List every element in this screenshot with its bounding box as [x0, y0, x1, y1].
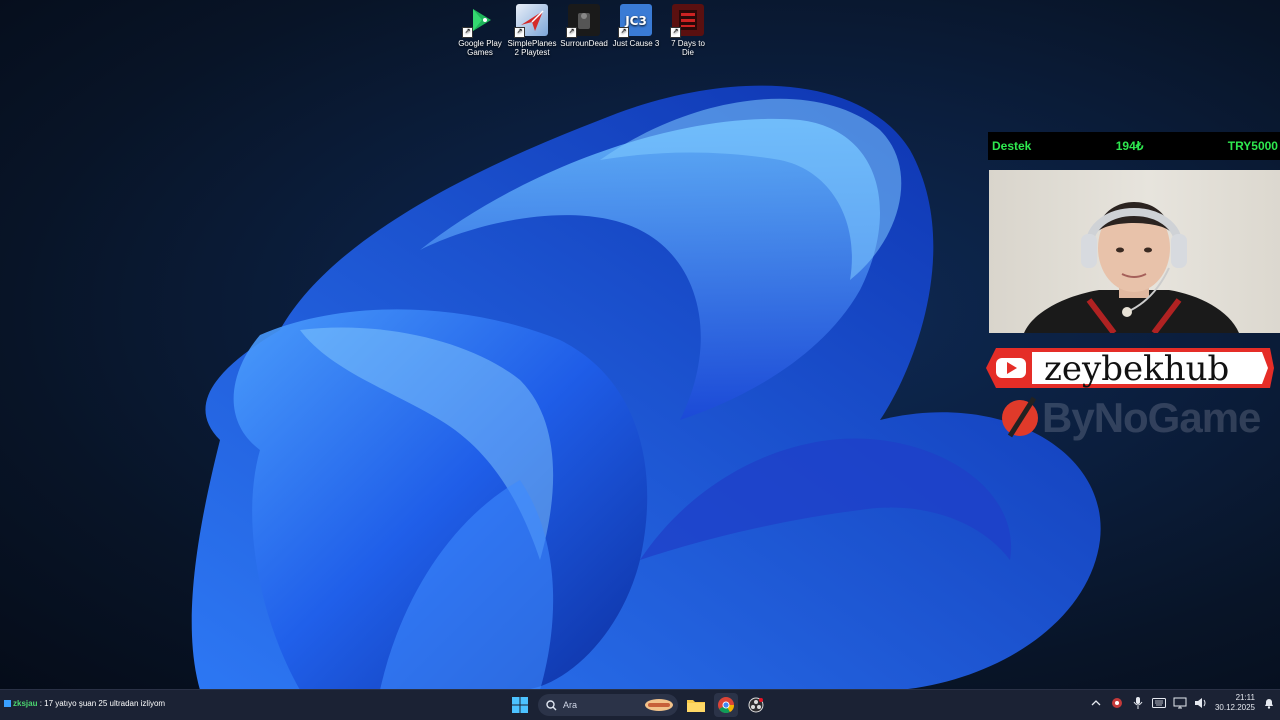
clock-date: 30.12.2025 — [1214, 703, 1255, 712]
google-play-games-icon: ↗ — [462, 4, 496, 38]
desktop-icon-label: SurrounDead — [560, 39, 608, 48]
desktop-icon-label: SimplePlanes 2 Playtest — [507, 39, 557, 57]
surroundead-icon: ↗ — [566, 4, 600, 38]
7-days-to-die-icon: ↗ — [670, 4, 704, 38]
desktop-icon-label: 7 Days to Die — [671, 39, 705, 57]
folder-icon — [687, 700, 705, 712]
desktop-icon-just-cause-3[interactable]: JC3 ↗ Just Cause 3 — [612, 4, 660, 57]
search-icon — [546, 699, 557, 710]
sponsor-name: ByNoGame — [1042, 394, 1261, 441]
obs-icon — [748, 697, 764, 713]
desktop-icon-surroundead[interactable]: ↗ SurrounDead — [560, 4, 608, 57]
file-explorer-button[interactable] — [684, 693, 708, 717]
chrome-button[interactable] — [714, 693, 738, 717]
chat-message: : 17 yatıyo şuan 25 ultradan izliyom — [37, 699, 166, 708]
chrome-icon — [718, 697, 734, 713]
shortcut-arrow-icon: ↗ — [462, 27, 473, 38]
desktop-wallpaper — [0, 0, 1280, 690]
start-button[interactable] — [508, 693, 532, 717]
keyboard-icon[interactable] — [1151, 696, 1166, 710]
channel-name: zeybekhub — [1044, 349, 1230, 389]
desktop-icon-google-play-games[interactable]: ↗ Google Play Games — [456, 4, 504, 57]
show-hidden-icons-chevron-up-icon[interactable] — [1089, 696, 1103, 710]
sponsor-logo: ByNoGame — [1000, 392, 1280, 441]
desktop-icon-7-days-to-die[interactable]: ↗ 7 Days to Die — [664, 4, 712, 57]
donation-label: Destek — [992, 139, 1032, 153]
system-tray: 21:11 30.12.2025 — [1089, 693, 1276, 713]
obs-button[interactable] — [744, 693, 768, 717]
shortcut-arrow-icon: ↗ — [514, 27, 525, 38]
shortcut-arrow-icon: ↗ — [618, 27, 629, 38]
shortcut-arrow-icon: ↗ — [566, 27, 577, 38]
network-icon[interactable] — [1173, 696, 1187, 710]
bynogame-logo-icon — [1002, 396, 1038, 438]
chat-user: zksjau — [13, 699, 38, 708]
search-box[interactable]: Ara — [538, 694, 678, 716]
desktop-icons: ↗ Google Play Games ↗ SimplePlanes 2 Pla… — [456, 4, 712, 57]
desktop-icon-label: Just Cause 3 — [612, 39, 660, 48]
donation-goal: TRY5000 — [1227, 139, 1278, 153]
windows-icon — [512, 697, 528, 713]
bloom-wallpaper-art — [191, 85, 1101, 690]
clock-time: 21:11 — [1235, 693, 1255, 702]
shortcut-arrow-icon: ↗ — [670, 27, 681, 38]
simpleplanes-icon: ↗ — [514, 4, 548, 38]
notification-bell-icon[interactable] — [1262, 696, 1276, 710]
chat-icon — [4, 700, 11, 707]
donation-current: 194₺ — [1115, 139, 1144, 153]
search-placeholder: Ara — [563, 700, 578, 710]
chat-ticker: zksjau : 17 yatıyo şuan 25 ultradan izli… — [4, 699, 165, 708]
streamer-silhouette — [1024, 202, 1239, 333]
search-highlight-icon — [645, 699, 673, 711]
volume-icon[interactable] — [1194, 696, 1208, 710]
svg-text:JC3: JC3 — [624, 14, 647, 28]
donation-goal-bar: Destek 194₺ TRY5000 — [988, 132, 1280, 160]
just-cause-3-icon: JC3 ↗ — [618, 4, 652, 38]
webcam-feed — [989, 170, 1280, 333]
microphone-icon[interactable] — [1131, 696, 1145, 710]
youtube-channel-banner: zeybekhub — [986, 348, 1274, 388]
desktop-icon-label: Google Play Games — [458, 39, 502, 57]
taskbar-apps: Ara — [508, 693, 768, 717]
app-tray-icon[interactable] — [1110, 696, 1124, 710]
taskbar: zksjau : 17 yatıyo şuan 25 ultradan izli… — [0, 689, 1280, 720]
clock[interactable]: 21:11 30.12.2025 — [1215, 693, 1255, 713]
desktop-icon-simpleplanes-2-playtest[interactable]: ↗ SimplePlanes 2 Playtest — [508, 4, 556, 57]
